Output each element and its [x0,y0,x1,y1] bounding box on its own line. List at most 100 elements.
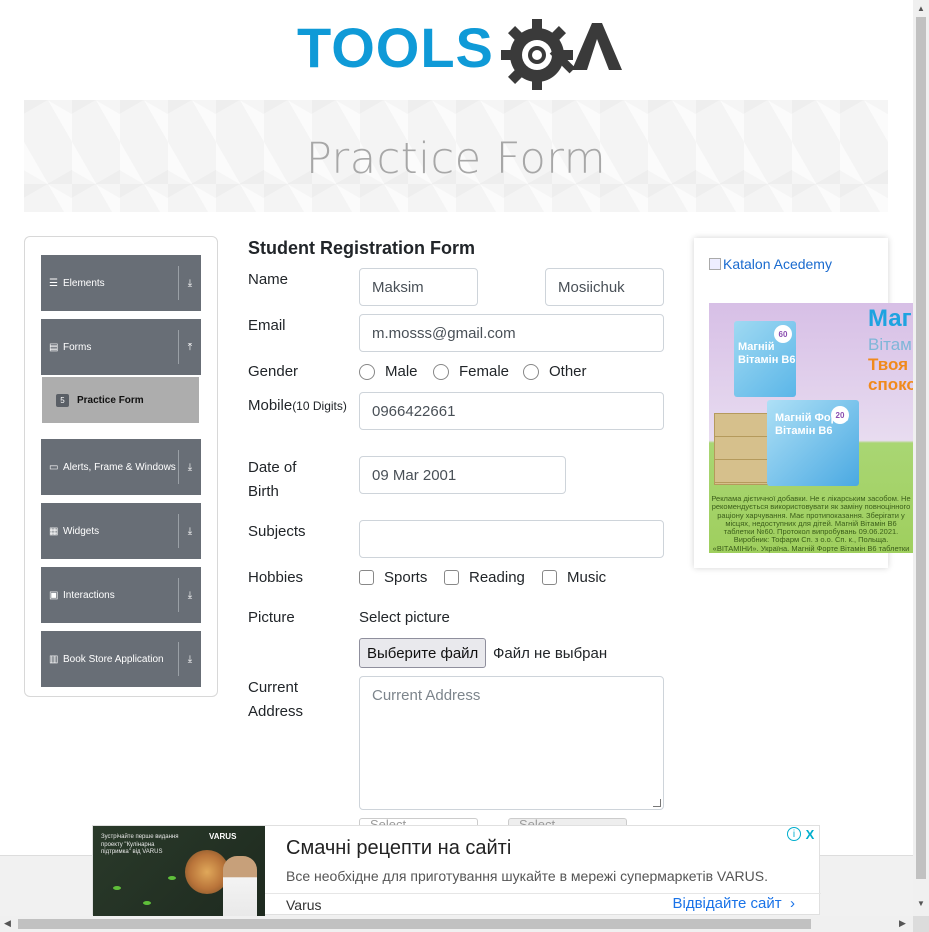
scroll-up-icon[interactable]: ▲ [917,4,925,13]
gender-label: Gender [248,363,299,380]
collapse-icon: ⤒ [187,341,193,353]
dob-input[interactable]: 09 Mar 2001 [359,456,566,494]
form-title: Student Registration Form [248,238,476,258]
gender-radio-female[interactable]: Female [433,363,509,380]
dob-label: Date of Birth [248,459,297,500]
mobile-label: Mobile(10 Digits) [248,394,348,418]
expand-icon: ⤓ [187,277,193,289]
checkbox-box[interactable] [359,570,374,585]
radio-circle[interactable] [359,363,375,380]
sidebar-group-alerts[interactable]: ▭ Alerts, Frame & Windows ⤓ [41,439,201,495]
product-1-name: Магній Вітамін B6 [738,341,796,366]
horizontal-scrollbar[interactable]: ◀ ▶ [0,916,913,932]
sidebar-group-book-store[interactable]: ▥ Book Store Application ⤓ [41,631,201,687]
gender-radio-other[interactable]: Other [523,363,587,380]
mobile-label-text: Mobile [248,397,293,414]
broken-image-icon [709,258,721,270]
ad-headline-1: Магн [868,305,913,332]
divider [265,893,821,894]
product-box-1: Магній Вітамін B6 60 [734,321,796,397]
magnesium-ad-image[interactable]: Магній Вітамін B6 60 Магній Форте Вітамі… [709,303,913,553]
sidebar-group-label: Widgets [63,525,100,537]
hobby-checkbox-reading[interactable]: Reading [444,569,525,586]
checkbox-box[interactable] [444,570,459,585]
choose-file-button[interactable]: Выберите файл [359,638,487,668]
page-banner: Practice Form [24,100,888,212]
chevron-right-icon: › [785,895,795,912]
radio-circle[interactable] [523,363,539,380]
ad-choices[interactable]: i X [787,827,817,842]
subjects-label: Subjects [248,523,306,540]
email-input[interactable]: m.mosss@gmail.com [359,314,664,352]
bar-chart-icon: ▥ [49,653,59,665]
horizontal-scroll-thumb[interactable] [18,919,811,929]
sidebar-group-label: Forms [63,341,92,353]
scroll-down-icon[interactable]: ▼ [917,899,925,908]
sidebar-nav: ☰ Elements ⤓ ▤ Forms ⤒ 5 Practice Form ▭… [24,236,218,697]
leaf-icon [113,886,121,890]
right-ad[interactable]: Katalon Acedemy Магній Вітамін B6 60 Маг… [694,238,913,568]
menu-icon: ☰ [49,277,58,289]
html5-icon: 5 [56,393,69,407]
sidebar-group-label: Interactions [63,589,115,601]
sidebar-group-label: Alerts, Frame & Windows [63,461,176,473]
katalon-ad-link[interactable]: Katalon Acedemy [709,256,832,272]
ad-headline-2: Вітам [868,335,912,354]
mobile-input[interactable]: 0966422661 [359,392,664,430]
name-label: Name [248,271,289,288]
scrollbar-corner [913,916,929,932]
hobbies-label: Hobbies [248,569,304,586]
sidebar-group-widgets[interactable]: ▦ Widgets ⤓ [41,503,201,559]
expand-icon: ⤓ [187,653,193,665]
product-1-badge: 60 [774,325,792,343]
sidebar-item-practice-form[interactable]: 5 Practice Form [42,377,199,423]
vertical-scroll-thumb[interactable] [916,17,926,879]
checkbox-box[interactable] [542,570,557,585]
bottom-ad-advertiser: Varus [286,897,322,913]
magnesium-tablets-icon [714,413,769,485]
checkbox-label: Reading [469,569,525,586]
sidebar-group-elements[interactable]: ☰ Elements ⤓ [41,255,201,311]
mobile-hint: (10 Digits) [292,399,347,413]
last-name-input[interactable]: Mosiichuk [545,268,664,306]
hobby-checkbox-music[interactable]: Music [542,569,606,586]
bottom-ad[interactable]: Зустрічайте перше видання проекту "Кулін… [92,825,821,916]
visit-site-link[interactable]: Відвідайте сайт › [672,895,795,912]
sidebar-item-label: Practice Form [77,394,144,406]
expand-icon: ⤓ [187,525,193,537]
radio-label: Male [385,363,418,380]
first-name-input[interactable]: Maksim [359,268,478,306]
leaf-icon [143,901,151,905]
varus-ad-image[interactable]: Зустрічайте перше видання проекту "Кулін… [93,826,265,916]
scroll-left-icon[interactable]: ◀ [4,918,11,929]
sidebar-group-label: Elements [63,277,105,289]
current-address-textarea[interactable]: Current Address [359,676,664,810]
sidebar-group-forms[interactable]: ▤ Forms ⤒ [41,319,201,375]
file-status: Файл не выбран [493,645,608,662]
info-icon[interactable]: i [787,827,801,841]
vertical-scrollbar[interactable]: ▲ ▼ [913,0,929,916]
address-label: Current Address [248,679,304,720]
toolsqa-logo[interactable]: TOOLS [297,15,627,90]
grid-icon: ▦ [49,525,59,537]
resize-handle-icon[interactable] [653,799,661,807]
interaction-icon: ▣ [49,589,59,601]
scroll-right-icon[interactable]: ▶ [899,918,906,929]
katalon-ad-alt: Katalon Acedemy [723,256,832,272]
sidebar-group-interactions[interactable]: ▣ Interactions ⤓ [41,567,201,623]
email-label: Email [248,317,286,334]
close-icon[interactable]: X [803,827,817,842]
radio-label: Other [549,363,587,380]
checkbox-label: Music [567,569,607,586]
radio-circle[interactable] [433,363,449,380]
address-placeholder: Current Address [372,687,481,704]
ad-headline-3: Твоя [868,355,909,374]
bottom-ad-title[interactable]: Смачні рецепти на сайті [286,837,511,860]
hobby-checkbox-sports[interactable]: Sports [359,569,427,586]
checkbox-label: Sports [384,569,428,586]
picture-label: Picture [248,609,295,626]
page: TOOLS Practice Form ☰ Elements ⤓ ▤ Forms… [0,0,929,932]
subjects-input[interactable] [359,520,664,558]
gender-radio-male[interactable]: Male [359,363,418,380]
product-box-2: Магній Форте Вітамін B6 20 [767,400,859,486]
